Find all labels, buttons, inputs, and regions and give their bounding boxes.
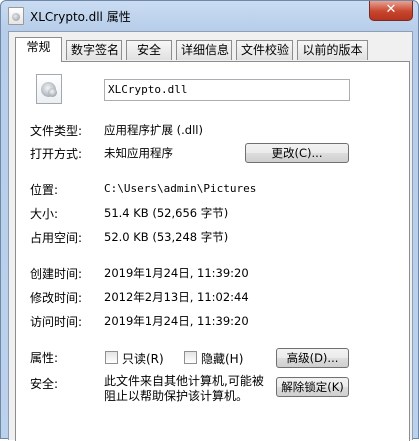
dialog-body: 常规 数字签名 安全 详细信息 文件校验 以前的版本 XLCrypto.dll … — [8, 31, 413, 441]
tab-general[interactable]: 常规 — [15, 37, 62, 62]
dll-file-icon — [8, 7, 24, 25]
tab-previous-versions[interactable]: 以前的版本 — [297, 40, 368, 60]
tab-details[interactable]: 详细信息 — [176, 40, 232, 60]
tab-digital-signatures[interactable]: 数字签名 — [66, 40, 122, 60]
close-button[interactable]: ✕ — [369, 1, 413, 21]
opens-with-value: 未知应用程序 — [104, 146, 173, 160]
readonly-checkbox[interactable] — [105, 351, 118, 364]
security-label: 安全: — [30, 377, 59, 391]
size-on-disk-value: 52.0 KB (53,248 字节) — [104, 230, 229, 244]
readonly-label[interactable]: 只读(R) — [122, 350, 164, 367]
attributes-label: 属性: — [30, 351, 59, 365]
separator — [28, 114, 350, 115]
created-value: 2019年1月24日, 11:39:20 — [104, 266, 249, 280]
file-type-label: 文件类型: — [30, 124, 83, 138]
hidden-checkbox[interactable] — [184, 351, 197, 364]
modified-label: 修改时间: — [30, 291, 83, 305]
size-label: 大小: — [30, 207, 59, 221]
size-on-disk-label: 占用空间: — [30, 231, 83, 245]
file-type-value: 应用程序扩展 (.dll) — [104, 123, 203, 137]
dll-gear-icon — [36, 74, 62, 104]
created-label: 创建时间: — [30, 267, 83, 281]
opens-with-label: 打开方式: — [30, 147, 83, 161]
modified-value: 2012年2月13日, 11:02:44 — [104, 290, 249, 304]
accessed-value: 2019年1月24日, 11:39:20 — [104, 314, 249, 328]
security-warning-text: 此文件来自其他计算机,可能被阻止以帮助保护该计算机。 — [104, 374, 264, 403]
change-button[interactable]: 更改(C)... — [245, 143, 349, 163]
tab-strip: 常规 数字签名 安全 详细信息 文件校验 以前的版本 — [15, 37, 410, 62]
file-name-field[interactable]: XLCrypto.dll — [104, 79, 350, 101]
properties-window: XLCrypto.dll 属性 ✕ 常规 数字签名 安全 详细信息 文件校验 以… — [0, 0, 419, 441]
title-bar[interactable]: XLCrypto.dll 属性 ✕ — [1, 1, 418, 31]
separator — [28, 338, 350, 339]
window-title: XLCrypto.dll 属性 — [30, 10, 131, 24]
accessed-label: 访问时间: — [30, 315, 83, 329]
hidden-label[interactable]: 隐藏(H) — [201, 350, 243, 367]
unblock-button[interactable]: 解除锁定(K) — [276, 377, 349, 397]
size-value: 51.4 KB (52,656 字节) — [104, 206, 229, 220]
location-label: 位置: — [30, 183, 59, 197]
advanced-button[interactable]: 高级(D)... — [276, 348, 349, 368]
tab-file-checksum[interactable]: 文件校验 — [236, 40, 293, 60]
separator — [28, 254, 350, 255]
general-panel: XLCrypto.dll 文件类型: 应用程序扩展 (.dll) 打开方式: 未… — [15, 61, 410, 441]
location-value: C:\Users\admin\Pictures — [104, 182, 257, 195]
tab-security[interactable]: 安全 — [126, 40, 172, 60]
separator — [28, 170, 350, 171]
